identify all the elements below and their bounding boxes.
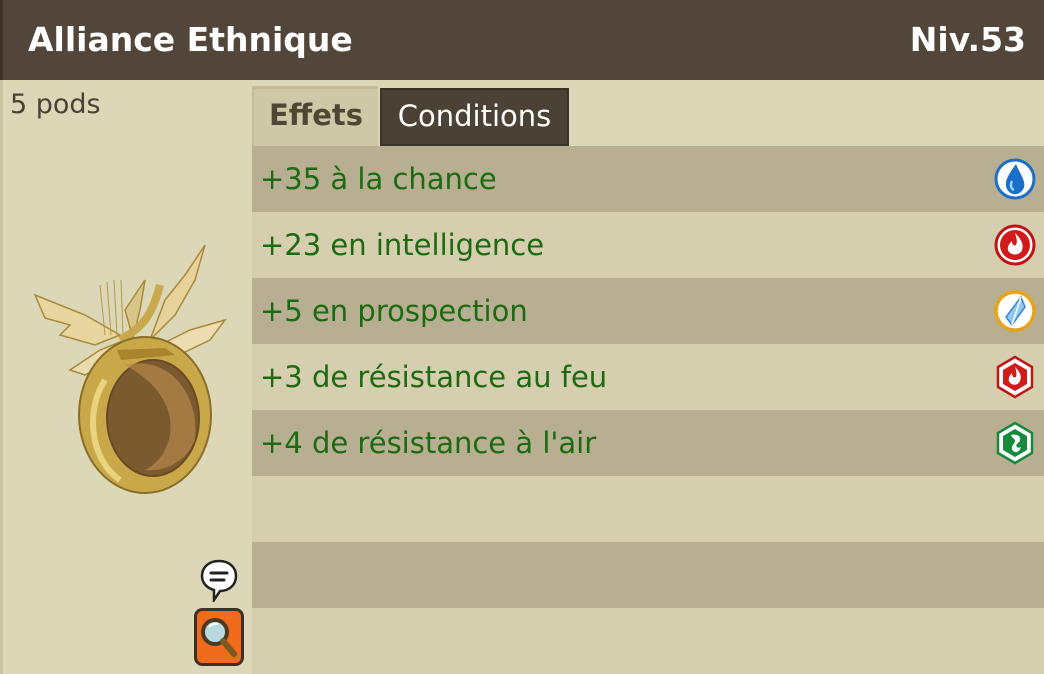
magnifier-button[interactable]: [194, 608, 244, 666]
chat-bubble-button[interactable]: [200, 558, 238, 602]
effect-row: +5 en prospection: [252, 278, 1044, 344]
item-weight: 5 pods: [10, 89, 101, 120]
tab-conditions[interactable]: Conditions: [380, 88, 569, 146]
crystal-icon: [994, 290, 1036, 332]
item-tabs: Effets Conditions: [252, 80, 1044, 146]
ring-icon: [33, 244, 227, 494]
effect-row: +23 en intelligence: [252, 212, 1044, 278]
item-title: Alliance Ethnique: [28, 20, 353, 59]
effect-text: +3 de résistance au feu: [260, 360, 608, 394]
effect-text: +4 de résistance à l'air: [260, 426, 597, 460]
item-level: Niv.53: [909, 20, 1026, 59]
effect-row: +35 à la chance: [252, 146, 1044, 212]
effect-row: +4 de résistance à l'air: [252, 410, 1044, 476]
tab-effets[interactable]: Effets: [252, 86, 378, 146]
empty-row: [252, 476, 1044, 542]
empty-row: [252, 542, 1044, 608]
empty-row: [252, 608, 1044, 674]
water-drop-icon: [994, 158, 1036, 200]
effect-text: +35 à la chance: [260, 162, 497, 196]
effect-row: +3 de résistance au feu: [252, 344, 1044, 410]
item-header: Alliance Ethnique Niv.53: [0, 0, 1044, 80]
effects-list: +35 à la chance +23 en intelligence +5 e…: [252, 146, 1044, 674]
fire-resistance-icon: [996, 355, 1034, 399]
effect-text: +23 en intelligence: [260, 228, 545, 262]
fire-icon: [994, 224, 1036, 266]
effect-text: +5 en prospection: [260, 294, 528, 328]
air-resistance-icon: [996, 421, 1034, 465]
